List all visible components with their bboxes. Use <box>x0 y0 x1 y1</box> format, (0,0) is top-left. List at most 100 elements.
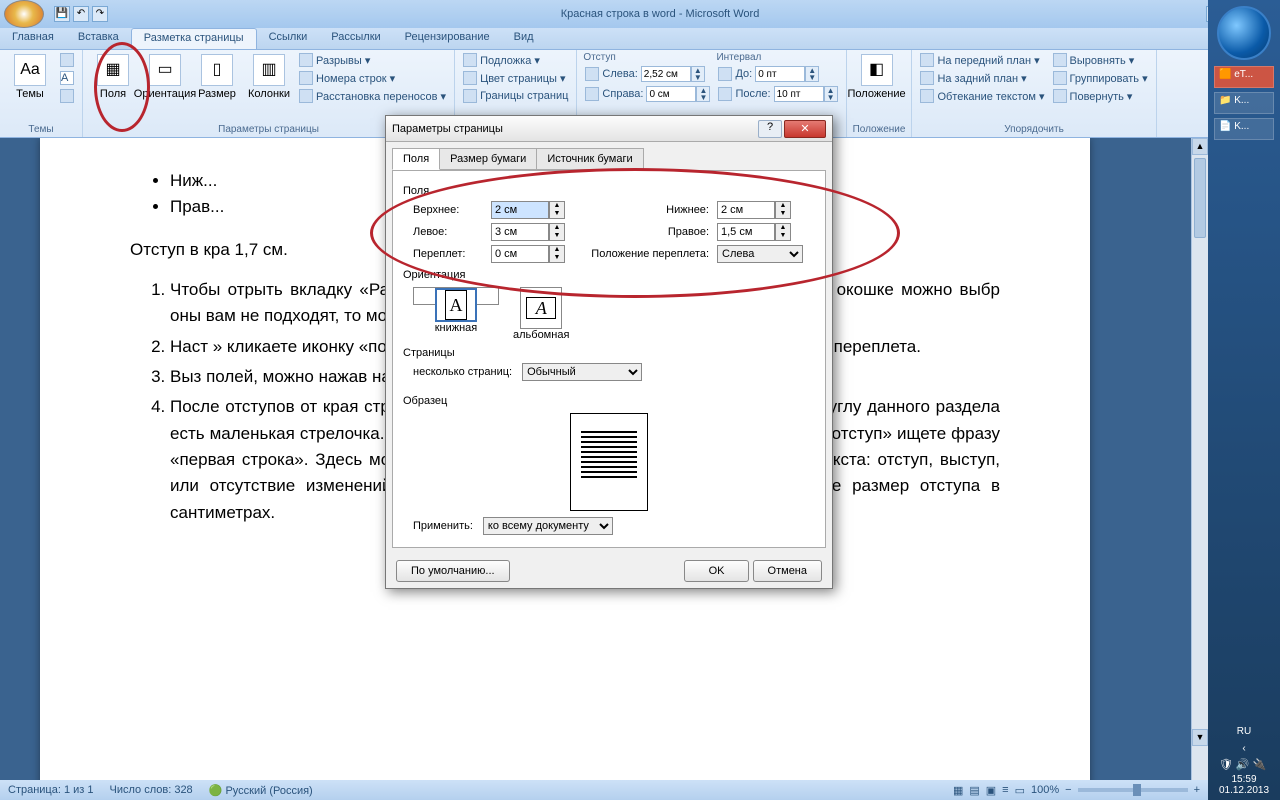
top-input[interactable] <box>491 201 549 219</box>
office-button[interactable] <box>4 0 44 28</box>
default-button[interactable]: По умолчанию... <box>396 560 510 582</box>
start-button[interactable] <box>1217 6 1271 60</box>
page-color-button[interactable]: Цвет страницы ▾ <box>461 70 570 86</box>
line-numbers-button[interactable]: Номера строк ▾ <box>297 70 448 86</box>
spinner[interactable]: ▲▼ <box>824 86 838 102</box>
tray-date[interactable]: 01.12.2013 <box>1208 785 1280 796</box>
portrait-button[interactable]: Aкнижная <box>413 287 499 305</box>
scroll-down[interactable]: ▼ <box>1192 729 1208 746</box>
spinner[interactable]: ▲▼ <box>805 66 819 82</box>
spinner[interactable]: ▲▼ <box>696 86 710 102</box>
taskbar-item[interactable]: 📁 K... <box>1214 92 1274 114</box>
indent-left-label: Слева: <box>602 68 637 80</box>
spinner[interactable]: ▲▼ <box>691 66 705 82</box>
status-page[interactable]: Страница: 1 из 1 <box>8 784 94 796</box>
gutter-input[interactable] <box>491 245 549 263</box>
view-web-icon[interactable]: ▣ <box>986 784 996 797</box>
right-input[interactable] <box>717 223 775 241</box>
spinner[interactable]: ▲▼ <box>775 201 791 219</box>
view-print-layout-icon[interactable]: ▦ <box>953 784 963 797</box>
apply-select[interactable]: ко всему документу <box>483 517 613 535</box>
tab-insert[interactable]: Вставка <box>66 28 131 49</box>
spacing-before-input[interactable] <box>755 66 805 82</box>
spinner[interactable]: ▲▼ <box>549 223 565 241</box>
group-arrange: Упорядочить <box>918 124 1149 135</box>
theme-fonts[interactable]: A <box>58 70 76 86</box>
top-label: Верхнее: <box>413 204 483 216</box>
themes-button[interactable]: AaТемы <box>6 52 54 102</box>
text-wrap-button[interactable]: Обтекание текстом ▾ <box>918 88 1046 104</box>
tray-icons[interactable]: 🛡🔊🔌 <box>1208 758 1280 771</box>
save-icon[interactable]: 💾 <box>54 6 70 22</box>
tray-time[interactable]: 15:59 <box>1208 774 1280 785</box>
zoom-out[interactable]: − <box>1065 784 1071 796</box>
taskbar-item[interactable]: 📄 K... <box>1214 118 1274 140</box>
redo-icon[interactable]: ↷ <box>92 6 108 22</box>
bottom-input[interactable] <box>717 201 775 219</box>
dialog-close-button[interactable]: ✕ <box>784 120 826 138</box>
status-words[interactable]: Число слов: 328 <box>110 784 193 796</box>
margins-section-label: Поля <box>403 185 815 197</box>
theme-colors[interactable] <box>58 52 76 68</box>
view-reading-icon[interactable]: ▤ <box>969 784 979 797</box>
columns-button[interactable]: ▥Колонки <box>245 52 293 102</box>
view-outline-icon[interactable]: ≡ <box>1002 784 1008 796</box>
vertical-scrollbar[interactable]: ▲ ▼ <box>1191 138 1208 780</box>
tab-page-layout[interactable]: Разметка страницы <box>131 28 257 49</box>
send-back-button[interactable]: На задний план ▾ <box>918 70 1046 86</box>
tab-mailings[interactable]: Рассылки <box>319 28 392 49</box>
undo-icon[interactable]: ↶ <box>73 6 89 22</box>
spacing-after-input[interactable] <box>774 86 824 102</box>
spinner[interactable]: ▲▼ <box>549 245 565 263</box>
dialog-help-button[interactable]: ? <box>758 120 782 138</box>
tab-home[interactable]: Главная <box>0 28 66 49</box>
gutter-label: Переплет: <box>413 248 483 260</box>
dialog-tab-paper[interactable]: Размер бумаги <box>439 148 537 170</box>
multi-pages-select[interactable]: Обычный <box>522 363 642 381</box>
status-lang[interactable]: 🟢 Русский (Россия) <box>209 784 313 797</box>
watermark-button[interactable]: Подложка ▾ <box>461 52 570 68</box>
tab-references[interactable]: Ссылки <box>257 28 320 49</box>
page-borders-button[interactable]: Границы страниц <box>461 88 570 104</box>
zoom-level[interactable]: 100% <box>1031 784 1059 796</box>
tray-arrow[interactable]: ‹ <box>1208 743 1280 754</box>
taskbar-item[interactable]: 🟧 eT... <box>1214 66 1274 88</box>
gutter-pos-label: Положение переплета: <box>589 248 709 260</box>
spinner[interactable]: ▲▼ <box>775 223 791 241</box>
spacing-heading: Интервал <box>716 52 839 63</box>
tab-view[interactable]: Вид <box>502 28 546 49</box>
bring-front-button[interactable]: На передний план ▾ <box>918 52 1046 68</box>
tab-review[interactable]: Рецензирование <box>393 28 502 49</box>
breaks-button[interactable]: Разрывы ▾ <box>297 52 448 68</box>
cancel-button[interactable]: Отмена <box>753 560 822 582</box>
rotate-button[interactable]: Повернуть ▾ <box>1051 88 1150 104</box>
size-button[interactable]: ▯Размер <box>193 52 241 102</box>
view-draft-icon[interactable]: ▭ <box>1015 784 1025 797</box>
window-title: Красная строка в word - Microsoft Word <box>114 8 1206 20</box>
orientation-button[interactable]: ▭Ориентация <box>141 52 189 102</box>
zoom-in[interactable]: + <box>1194 784 1200 796</box>
spinner[interactable]: ▲▼ <box>549 201 565 219</box>
zoom-slider[interactable] <box>1078 788 1188 792</box>
ok-button[interactable]: OK <box>684 560 750 582</box>
right-label: Правое: <box>589 226 709 238</box>
dialog-tab-margins[interactable]: Поля <box>392 148 440 170</box>
quick-access-toolbar: 💾 ↶ ↷ <box>48 6 114 22</box>
landscape-button[interactable]: Aальбомная <box>513 287 569 341</box>
margins-button[interactable]: ▦Поля <box>89 52 137 102</box>
left-input[interactable] <box>491 223 549 241</box>
align-button[interactable]: Выровнять ▾ <box>1051 52 1150 68</box>
indent-left-input[interactable] <box>641 66 691 82</box>
dialog-tab-source[interactable]: Источник бумаги <box>536 148 643 170</box>
group-objects-button[interactable]: Группировать ▾ <box>1051 70 1150 86</box>
theme-effects[interactable] <box>58 88 76 104</box>
scroll-up[interactable]: ▲ <box>1192 138 1208 155</box>
scroll-thumb[interactable] <box>1194 158 1206 238</box>
spacing-after-label: После: <box>735 88 770 100</box>
indent-right-input[interactable] <box>646 86 696 102</box>
position-button[interactable]: ◧Положение <box>853 52 901 102</box>
gutter-pos-select[interactable]: Слева <box>717 245 803 263</box>
hyphenation-button[interactable]: Расстановка переносов ▾ <box>297 88 448 104</box>
orientation-section-label: Ориентация <box>403 269 815 281</box>
tray-lang[interactable]: RU <box>1208 726 1280 737</box>
